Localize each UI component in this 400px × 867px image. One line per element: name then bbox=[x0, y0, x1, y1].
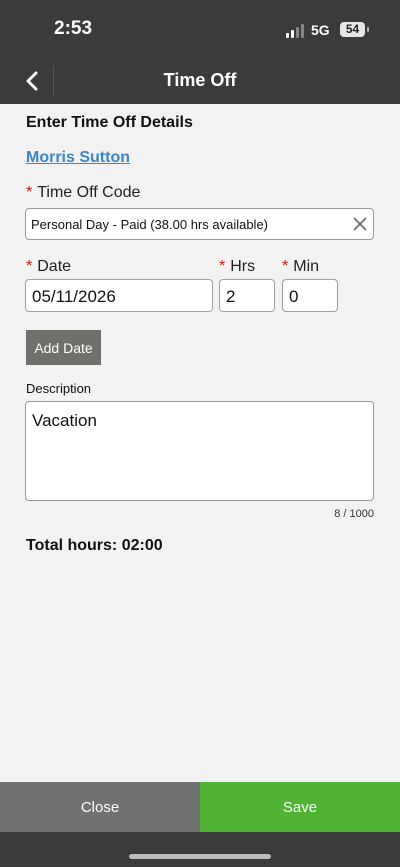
network-type: 5G bbox=[311, 22, 330, 38]
add-date-button[interactable]: Add Date bbox=[26, 330, 101, 365]
page-title: Time Off bbox=[163, 70, 237, 90]
character-count: 8 / 1000 bbox=[334, 508, 374, 520]
hours-input[interactable]: 2 bbox=[219, 279, 275, 312]
total-hours: Total hours: 02:00 bbox=[26, 537, 163, 554]
home-indicator[interactable] bbox=[129, 854, 271, 859]
minutes-input[interactable]: 0 bbox=[282, 279, 338, 312]
home-bar-area bbox=[0, 832, 400, 867]
status-time: 2:53 bbox=[54, 18, 93, 39]
date-label: * Date bbox=[26, 258, 71, 276]
date-input[interactable]: 05/11/2026 bbox=[25, 279, 213, 312]
close-button[interactable]: Close bbox=[0, 782, 200, 832]
minutes-label: * Min bbox=[282, 258, 319, 276]
battery-icon: 54 bbox=[340, 22, 365, 37]
time-off-code-select[interactable]: Personal Day - Paid (38.00 hrs available… bbox=[25, 208, 374, 240]
time-off-code-label-text: Time Off Code bbox=[37, 184, 141, 201]
cellular-signal-icon bbox=[286, 24, 306, 38]
nav-bar: Time Off bbox=[0, 58, 400, 104]
minutes-label-text: Min bbox=[293, 258, 320, 275]
required-marker: * bbox=[282, 258, 289, 275]
hours-label: * Hrs bbox=[219, 258, 255, 276]
hours-label-text: Hrs bbox=[230, 258, 256, 275]
required-marker: * bbox=[26, 184, 33, 201]
clear-icon[interactable] bbox=[352, 216, 368, 232]
save-button[interactable]: Save bbox=[200, 782, 400, 832]
employee-name-link[interactable]: Morris Sutton bbox=[26, 149, 130, 167]
time-off-code-value: Personal Day - Paid (38.00 hrs available… bbox=[31, 217, 269, 232]
section-title: Enter Time Off Details bbox=[26, 114, 193, 131]
status-bar: 2:53 5G 54 bbox=[0, 0, 400, 58]
description-label: Description bbox=[26, 381, 92, 396]
footer-actions: Close Save bbox=[0, 782, 400, 832]
required-marker: * bbox=[219, 258, 226, 275]
description-textarea[interactable]: Vacation bbox=[25, 401, 374, 501]
time-off-code-label: * Time Off Code bbox=[26, 184, 140, 202]
date-label-text: Date bbox=[37, 258, 72, 275]
required-marker: * bbox=[26, 258, 33, 275]
battery-tip bbox=[367, 27, 369, 32]
